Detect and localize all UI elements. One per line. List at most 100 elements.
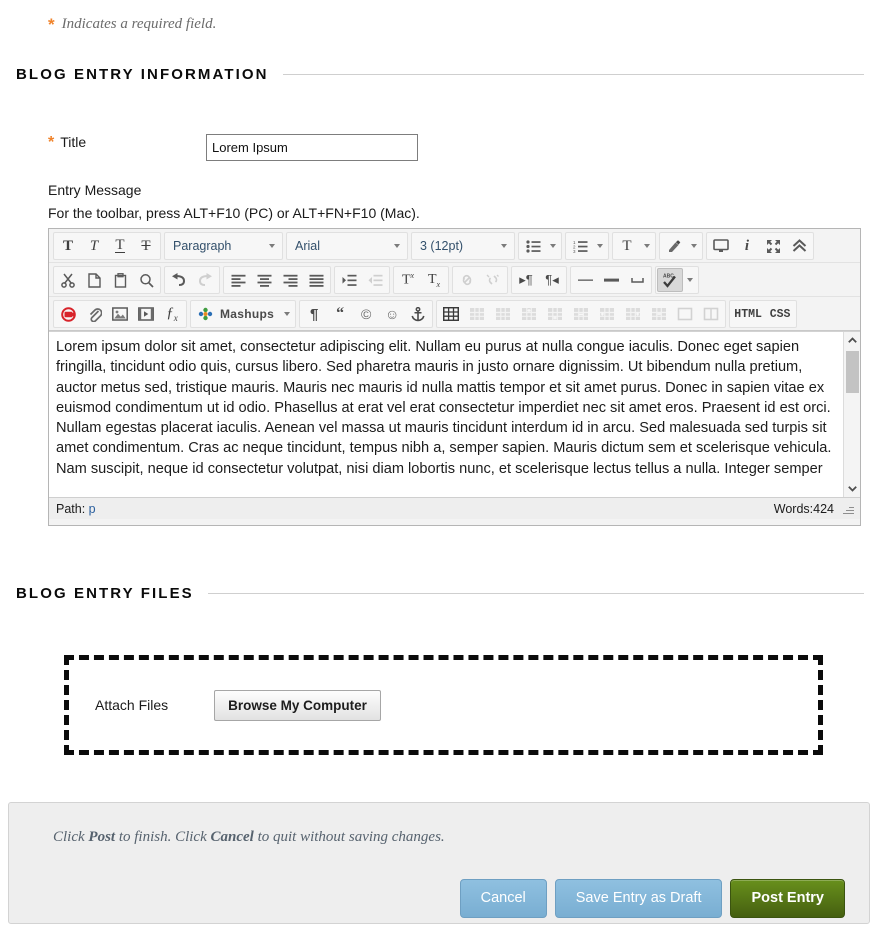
bold-icon[interactable]: T	[55, 234, 81, 258]
save-entry-as-draft-button[interactable]: Save Entry as Draft	[554, 879, 723, 918]
table-delete-row-icon	[568, 302, 595, 326]
mashups-label[interactable]: Mashups	[218, 302, 281, 326]
rich-text-editor: T T T T Paragraph Arial 3 (12pt) 1 2 3 T…	[48, 228, 861, 526]
numbered-list-icon[interactable]: 123	[567, 234, 593, 258]
collapse-toolbar-chevron-icon[interactable]	[786, 234, 812, 258]
attach-files-dropzone[interactable]: Attach Files Browse My Computer	[64, 655, 823, 755]
cancel-button[interactable]: Cancel	[459, 879, 547, 918]
align-right-icon[interactable]	[277, 268, 303, 292]
superscript-icon[interactable]: Tx	[395, 268, 421, 292]
emoji-smiley-icon[interactable]: ☺	[379, 302, 406, 326]
copyright-icon[interactable]: ©	[353, 302, 380, 326]
bullet-list-icon[interactable]	[520, 234, 546, 258]
highlighter-icon[interactable]	[661, 234, 687, 258]
alignment-group	[223, 266, 331, 294]
chevron-down-icon[interactable]	[265, 234, 279, 258]
redo-icon	[192, 268, 218, 292]
quote-icon[interactable]: “	[327, 302, 354, 326]
italic-icon[interactable]: T	[81, 234, 107, 258]
scrollbar-thumb[interactable]	[846, 351, 859, 393]
strikethrough-icon[interactable]: T	[133, 234, 159, 258]
record-video-icon[interactable]	[55, 302, 81, 326]
html-source-button[interactable]: HTML	[731, 302, 766, 326]
chevron-down-icon[interactable]	[546, 234, 560, 258]
title-input[interactable]	[206, 134, 418, 161]
entry-message-hint: For the toolbar, press ALT+F10 (PC) or A…	[48, 205, 420, 221]
editor-vertical-scrollbar[interactable]	[843, 332, 860, 497]
align-left-icon[interactable]	[225, 268, 251, 292]
align-center-icon[interactable]	[251, 268, 277, 292]
chevron-down-icon[interactable]	[593, 234, 607, 258]
post-entry-button[interactable]: Post Entry	[730, 879, 845, 918]
script-group: Tx Tx	[393, 266, 449, 294]
cut-scissors-icon[interactable]	[55, 268, 81, 292]
table-insert-row-after-icon	[542, 302, 569, 326]
mashups-group[interactable]: Mashups	[190, 300, 297, 328]
title-field-label-group: * Title	[48, 133, 86, 151]
insert-symbols-group: ¶ “ © ☺	[299, 300, 434, 328]
chevron-down-icon[interactable]	[280, 302, 295, 326]
horizontal-rule-thick-icon[interactable]	[598, 268, 624, 292]
paragraph-format-select[interactable]: Paragraph	[166, 234, 281, 258]
paste-clipboard-icon[interactable]	[107, 268, 133, 292]
editor-content-area[interactable]: Lorem ipsum dolor sit amet, consectetur …	[49, 331, 860, 497]
undo-icon[interactable]	[166, 268, 192, 292]
preview-monitor-icon[interactable]	[708, 234, 734, 258]
insert-image-icon[interactable]	[107, 302, 133, 326]
font-family-group[interactable]: Arial	[286, 232, 408, 260]
scroll-up-arrow-icon[interactable]	[844, 332, 860, 349]
editor-resize-grip[interactable]	[842, 503, 854, 515]
chevron-down-icon[interactable]	[687, 234, 701, 258]
horizontal-rule-thin-icon[interactable]	[572, 268, 598, 292]
section-divider	[207, 593, 864, 594]
clipboard-group	[53, 266, 161, 294]
info-icon[interactable]: i	[734, 234, 760, 258]
chevron-down-icon[interactable]	[497, 234, 511, 258]
search-magnifier-icon[interactable]	[133, 268, 159, 292]
indent-icon[interactable]	[336, 268, 362, 292]
text-color-icon[interactable]: T	[614, 234, 640, 258]
align-justify-icon[interactable]	[303, 268, 329, 292]
fullscreen-expand-icon[interactable]	[760, 234, 786, 258]
history-group	[164, 266, 220, 294]
font-size-select[interactable]: 3 (12pt)	[413, 234, 513, 258]
subscript-icon[interactable]: Tx	[421, 268, 447, 292]
css-source-button[interactable]: CSS	[765, 302, 796, 326]
editor-body-text[interactable]: Lorem ipsum dolor sit amet, consectetur …	[49, 332, 843, 497]
mashups-icon[interactable]	[192, 302, 218, 326]
copy-page-icon[interactable]	[81, 268, 107, 292]
font-family-select[interactable]: Arial	[288, 234, 406, 258]
table-merge-cells-icon	[698, 302, 725, 326]
ltr-paragraph-icon[interactable]: ▸¶	[513, 268, 539, 292]
rule-group	[570, 266, 652, 294]
browse-my-computer-button[interactable]: Browse My Computer	[214, 689, 381, 721]
insert-table-icon[interactable]	[438, 302, 465, 326]
chevron-down-icon[interactable]	[683, 268, 697, 292]
numbered-list-group: 123	[565, 232, 609, 260]
section-divider	[282, 74, 864, 75]
paragraph-mark-icon[interactable]: ¶	[301, 302, 328, 326]
section-header-blog-entry-information: BLOG ENTRY INFORMATION	[16, 66, 864, 83]
section-header-blog-entry-files: BLOG ENTRY FILES	[16, 585, 864, 602]
underline-icon[interactable]: T	[107, 234, 133, 258]
scroll-down-arrow-icon[interactable]	[844, 480, 860, 497]
math-formula-icon[interactable]: ƒx	[159, 302, 185, 326]
text-style-group: T T T T	[53, 232, 161, 260]
attachment-paperclip-icon[interactable]	[81, 302, 107, 326]
chevron-down-icon[interactable]	[390, 234, 404, 258]
chevron-down-icon[interactable]	[640, 234, 654, 258]
spellcheck-abc-icon[interactable]: ABC	[657, 268, 683, 292]
rtl-paragraph-icon[interactable]: ¶◂	[539, 268, 565, 292]
insert-video-film-icon[interactable]	[133, 302, 159, 326]
attach-files-label: Attach Files	[95, 697, 169, 713]
nonbreaking-space-icon[interactable]	[624, 268, 650, 292]
font-size-group[interactable]: 3 (12pt)	[411, 232, 515, 260]
spellcheck-group: ABC	[655, 266, 699, 294]
paragraph-format-group[interactable]: Paragraph	[164, 232, 283, 260]
paragraph-format-value: Paragraph	[173, 239, 232, 253]
editor-toolbar-row-1: T T T T Paragraph Arial 3 (12pt) 1 2 3 T…	[49, 229, 860, 263]
path-value-link[interactable]: p	[89, 502, 96, 516]
anchor-icon[interactable]	[405, 302, 432, 326]
highlight-color-group	[659, 232, 703, 260]
editor-toolbar-row-3: ƒx Mashups ¶ “ © ☺ HTML CSS	[49, 297, 860, 331]
